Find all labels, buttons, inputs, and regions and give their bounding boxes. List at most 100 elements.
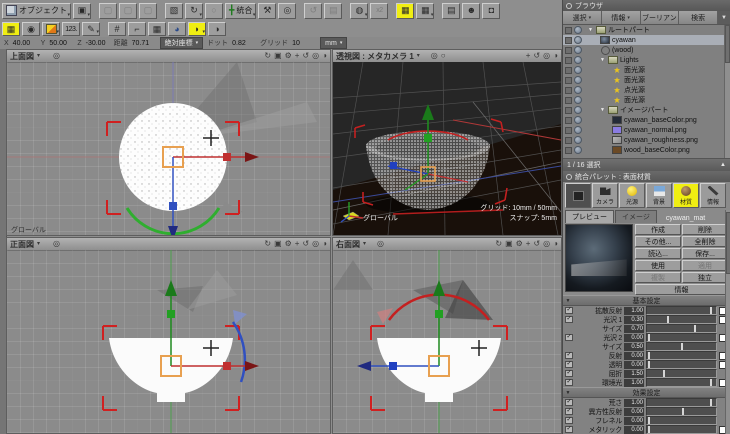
tree-row-pointlight[interactable]: 点光源 [563,85,730,95]
tree-row-arealight-1[interactable]: 面光源 [563,65,730,75]
tab-info[interactable]: 情報 ▾ [601,11,641,24]
orbit-icon[interactable]: ↺ [533,240,540,248]
gizmo-unified-button[interactable]: ╋ 統合 ▾ [225,2,257,19]
visibility-toggle[interactable] [565,96,572,104]
zoom-icon[interactable]: ◎ [312,52,319,60]
other-button[interactable]: その他... [635,236,681,247]
expand-icon[interactable]: ▼ [600,107,606,113]
head-panel-button[interactable]: ☻ [462,2,481,19]
wire-net-button[interactable]: # [108,22,126,36]
slider[interactable] [646,315,717,324]
zoom-icon[interactable]: ◎ [543,52,550,60]
sphere-shade-button[interactable]: ◑ [208,22,226,36]
material-scrollbar-thumb[interactable] [726,212,730,274]
measure-button[interactable]: ✎ ▾ [82,22,100,36]
pan-icon[interactable]: + [526,52,531,60]
settings-gear-icon[interactable]: ⚙ [285,52,292,60]
tree-row-cyawan[interactable]: cyawan [563,35,730,45]
create-button[interactable]: 作成 [635,224,681,235]
tree-row-normal[interactable]: cyawan_normal.png [563,125,730,135]
tree-scrollbar-thumb[interactable] [725,25,730,63]
slider[interactable] [646,324,717,333]
save-button[interactable]: 保存... [682,248,728,259]
visibility-toggle[interactable] [565,26,572,34]
tree-row-wood[interactable]: (wood) [563,45,730,55]
select-toggle[interactable] [574,96,582,104]
delete-button[interactable]: 削除 [682,224,728,235]
maximize-icon[interactable]: ▣ [274,240,282,248]
checkbox[interactable]: ✓ [565,417,573,424]
palette-panel-header[interactable]: 統合パレット : 表面材質 [563,171,730,182]
settings-gear-icon[interactable]: ⚙ [285,240,292,248]
viewport-right-canvas[interactable] [333,250,561,433]
earth-button[interactable]: ◍ ▾ [350,2,369,19]
z-value[interactable]: -30.00 [86,40,110,47]
globe-wire-button[interactable]: ◕ [168,22,186,36]
value-field[interactable]: 0.00 [624,407,644,416]
camera-lock-icon[interactable]: ○ [441,52,446,60]
load-button[interactable]: 読込... [635,248,681,259]
value-field[interactable]: 1.00 [624,306,644,315]
zoom-icon[interactable]: ◎ [312,240,319,248]
four-view-button[interactable]: ▦ [396,2,415,19]
slider[interactable] [646,378,717,387]
value-field[interactable]: 0.00 [624,360,644,369]
background-mode-button[interactable]: 背景 [646,183,672,208]
select-toggle[interactable] [574,56,582,64]
grid-value[interactable]: 10 [292,40,316,47]
visibility-toggle[interactable] [565,146,572,154]
viewport-top-canvas[interactable]: グローバル [7,62,330,235]
rotate-view-icon[interactable]: ↻ [264,240,271,248]
object-mode-button[interactable]: オブジェクト ▾ [2,2,71,19]
material-scrollbar[interactable] [725,210,730,434]
material-preview[interactable] [565,224,633,292]
dropdown-caret-icon[interactable]: ▾ [417,53,420,59]
checkbox[interactable]: ✓ [565,352,573,359]
select-toggle[interactable] [574,146,582,154]
tree-row-roughness[interactable]: cyawan_roughness.png [563,135,730,145]
slider[interactable] [646,306,717,315]
value-field[interactable]: 0.70 [624,324,644,333]
select-toggle[interactable] [574,86,582,94]
orbit-icon[interactable]: ↺ [302,52,309,60]
visibility-toggle[interactable] [565,86,572,94]
slider[interactable] [646,407,717,416]
maximize-icon[interactable]: ▣ [505,240,513,248]
value-field[interactable]: 1.50 [624,369,644,378]
orbit-icon[interactable]: ↺ [302,240,309,248]
browser-panel-header[interactable]: ブラウザ [563,0,730,11]
slider[interactable] [646,333,717,342]
panel-collapse-icon[interactable] [566,2,572,9]
car-panel-button[interactable]: ◘ [482,2,501,19]
path-button[interactable]: ⌐ [128,22,146,36]
camera-target-icon[interactable]: ◎ [53,240,60,248]
visibility-toggle[interactable] [565,76,572,84]
y-value[interactable]: 50.00 [49,40,73,47]
tree-row-wood-basecolor[interactable]: wood_baseColor.png [563,145,730,155]
camera-mode-button[interactable]: カメラ [592,183,618,208]
value-field[interactable]: 0.00 [624,351,644,360]
settings-gear-icon[interactable]: ⚙ [516,240,523,248]
visibility-toggle[interactable] [565,56,572,64]
visibility-toggle[interactable] [565,36,572,44]
slider[interactable] [646,416,717,425]
orbit-icon[interactable]: ↺ [533,52,540,60]
lasso-button[interactable]: ◗ ▾ [188,22,206,36]
slider[interactable] [646,425,717,434]
light-mode-button[interactable]: 光源 [619,183,645,208]
select-toggle[interactable] [574,36,582,44]
tab-select[interactable]: 選択 ▾ [563,11,602,24]
dropdown-caret-icon[interactable]: ▾ [37,53,40,59]
select-toggle[interactable] [574,136,582,144]
visibility-toggle[interactable] [565,46,572,54]
info-mode-button[interactable]: 情報 [700,183,726,208]
tree-row-arealight-3[interactable]: 面光源 [563,95,730,105]
shading-icon[interactable]: ◑ [322,240,327,248]
checkbox[interactable]: ✓ [565,379,573,386]
select-toggle[interactable] [574,106,582,114]
select-toggle[interactable] [574,26,582,34]
tree-row-lights[interactable]: ▼ Lights [563,55,730,65]
target-button[interactable]: ◎ [278,2,297,19]
checkbox[interactable]: ✓ [565,334,573,341]
tree-scrollbar[interactable] [724,25,730,158]
